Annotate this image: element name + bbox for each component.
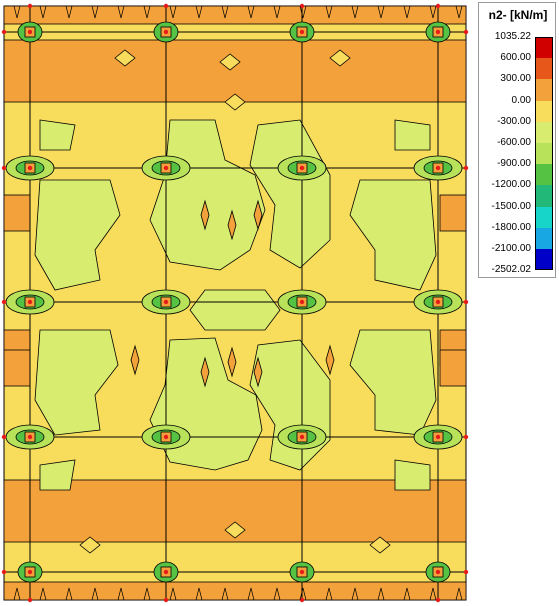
legend-swatch <box>535 37 553 59</box>
legend-label: -600.00 <box>497 137 531 148</box>
edge-node-point <box>1 165 7 171</box>
node-point <box>27 165 33 171</box>
legend-label: -2502.02 <box>491 264 531 276</box>
node-point <box>27 299 33 305</box>
orange-side-patch <box>439 349 467 387</box>
legend-swatch <box>535 206 553 228</box>
edge-node-point <box>163 3 169 9</box>
legend-label: -300.00 <box>497 115 531 127</box>
edge-node-point <box>1 569 7 575</box>
edge-node-point <box>1 434 7 440</box>
color-legend: n2- [kN/m] 1035.22 600.00 300.00 0.00 -300.0… <box>478 2 556 278</box>
edge-node-point <box>463 569 469 575</box>
lightgreen-region <box>394 459 431 491</box>
legend-swatch <box>535 79 553 101</box>
orange-edge-top <box>3 5 467 25</box>
edge-node-point <box>463 434 469 440</box>
edge-node-point <box>27 3 33 9</box>
legend-label: 0.00 <box>511 94 531 106</box>
legend-label: -1800.00 <box>491 221 531 233</box>
node-point <box>435 434 441 440</box>
contour-plot[interactable] <box>0 0 470 606</box>
node-point <box>163 165 169 171</box>
node-point <box>163 29 169 35</box>
node-point <box>299 29 305 35</box>
orange-side-patch <box>439 194 467 232</box>
edge-node-point <box>27 597 33 603</box>
node-point <box>27 569 33 575</box>
legend-swatch <box>535 227 553 249</box>
legend-swatch <box>535 121 553 143</box>
legend-swatch <box>535 185 553 207</box>
legend-label: -2100.00 <box>491 243 531 254</box>
legend-label: 600.00 <box>500 52 531 64</box>
legend-label: 300.00 <box>500 73 531 85</box>
node-point <box>299 299 305 305</box>
orange-edge-bottom <box>3 581 467 601</box>
node-point <box>27 29 33 35</box>
legend-label: -1200.00 <box>491 179 531 191</box>
orange-side-patch <box>3 194 31 232</box>
contour-plot-svg <box>1 3 469 603</box>
lightgreen-region <box>39 459 76 491</box>
legend-swatch <box>535 100 553 122</box>
node-point <box>435 29 441 35</box>
legend-swatch <box>535 164 553 186</box>
node-point <box>27 434 33 440</box>
orange-side-patch <box>3 349 31 387</box>
edge-node-point <box>463 165 469 171</box>
node-point <box>435 299 441 305</box>
node-point <box>163 434 169 440</box>
node-point <box>299 569 305 575</box>
edge-node-point <box>163 597 169 603</box>
legend-swatch <box>535 58 553 80</box>
edge-node-point <box>1 299 7 305</box>
lightgreen-region <box>39 119 76 151</box>
legend-swatch <box>535 143 553 165</box>
orange-band <box>3 39 467 103</box>
legend-label: 1035.22 <box>494 31 531 42</box>
legend-title: n2- [kN/m] <box>488 8 548 22</box>
node-point <box>299 165 305 171</box>
edge-node-point <box>435 597 441 603</box>
edge-node-point <box>1 29 7 35</box>
legend-swatch <box>535 249 553 271</box>
node-point <box>299 434 305 440</box>
legend-label: -1500.00 <box>491 200 531 212</box>
edge-node-point <box>463 29 469 35</box>
node-point <box>163 569 169 575</box>
node-point <box>163 299 169 305</box>
edge-node-point <box>463 299 469 305</box>
node-point <box>435 165 441 171</box>
legend-label: -900.00 <box>497 158 531 170</box>
edge-node-point <box>435 3 441 9</box>
lightgreen-region <box>394 119 431 151</box>
lightgreen-region <box>189 289 281 331</box>
node-point <box>435 569 441 575</box>
